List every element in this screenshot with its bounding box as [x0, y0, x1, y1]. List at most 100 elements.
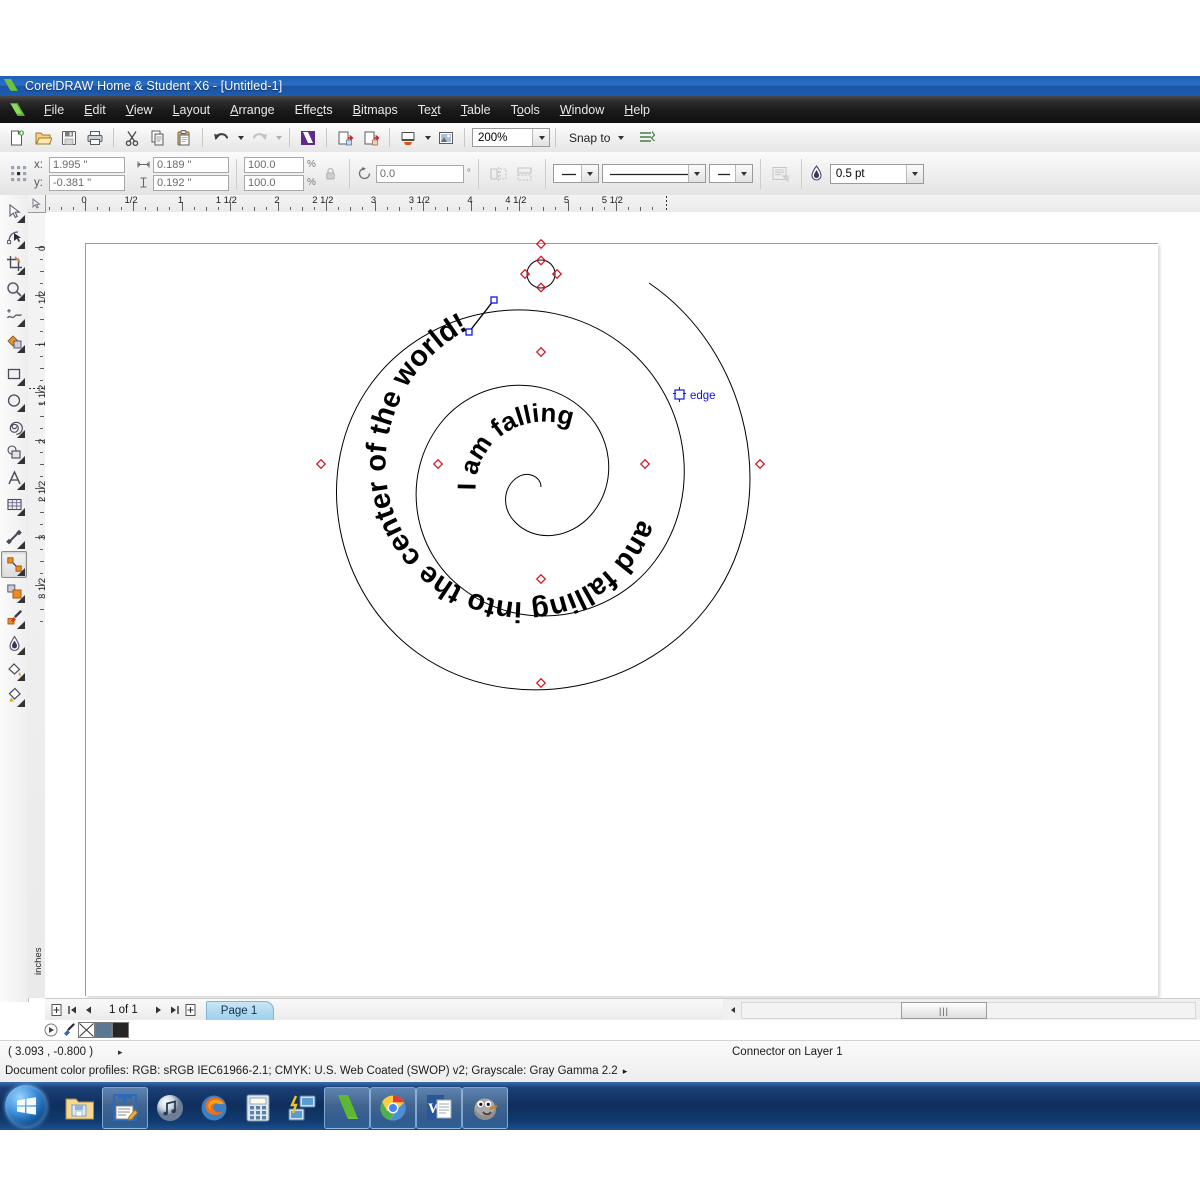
end-arrowhead-dropdown-icon[interactable] — [734, 165, 752, 182]
horizontal-scrollbar[interactable]: ||| — [723, 998, 1200, 1021]
previous-page-icon[interactable] — [80, 1002, 96, 1018]
first-page-icon[interactable] — [64, 1002, 80, 1018]
spiral-path[interactable] — [336, 282, 751, 691]
flyout-arrow-icon[interactable] — [17, 378, 25, 386]
menu-help[interactable]: Help — [614, 100, 660, 120]
flyout-arrow-icon[interactable] — [17, 568, 25, 576]
notepad-editor-icon[interactable] — [102, 1086, 148, 1129]
cut-icon[interactable] — [119, 126, 145, 150]
scale-vertical-field[interactable]: 100.0 — [243, 174, 304, 191]
line-style-dropdown-icon[interactable] — [687, 165, 705, 182]
rectangle-tool[interactable] — [2, 362, 26, 387]
flyout-arrow-icon[interactable] — [17, 293, 25, 301]
scroll-left-icon[interactable] — [725, 1002, 741, 1018]
add-page-before-icon[interactable] — [48, 1002, 64, 1018]
outline-width-dropdown-icon[interactable] — [905, 164, 923, 183]
ruler-corner[interactable] — [28, 195, 46, 213]
menu-layout[interactable]: Layout — [163, 100, 221, 120]
paste-icon[interactable] — [171, 126, 197, 150]
add-page-after-icon[interactable] — [183, 1002, 199, 1018]
print-document-icon[interactable] — [82, 126, 108, 150]
menu-table[interactable]: Table — [451, 100, 501, 120]
color-picker-icon[interactable] — [60, 1022, 77, 1038]
end-arrowhead-combo[interactable] — [708, 164, 753, 183]
flyout-arrow-icon[interactable] — [17, 404, 25, 412]
gimp-icon[interactable] — [462, 1086, 508, 1129]
windows-explorer-icon[interactable] — [58, 1088, 102, 1128]
redo-dropdown-icon[interactable] — [272, 126, 284, 150]
flyout-arrow-icon[interactable] — [17, 319, 25, 327]
flyout-arrow-icon[interactable] — [17, 430, 25, 438]
corel-connect-icon[interactable] — [433, 126, 459, 150]
palette-scroll-icon[interactable] — [42, 1022, 59, 1038]
flyout-arrow-icon[interactable] — [17, 241, 25, 249]
color-swatch-0[interactable] — [95, 1022, 112, 1038]
scale-horizontal-field[interactable]: 100.0 — [243, 156, 304, 173]
object-width-field[interactable]: 0.189 " — [152, 156, 229, 173]
artwork-layer[interactable]: edge and falling into the center of the … — [45, 212, 1200, 998]
zoom-level-combo[interactable]: 200% — [472, 128, 550, 147]
flyout-arrow-icon[interactable] — [17, 595, 25, 603]
ellipse-tool[interactable] — [2, 388, 26, 413]
x-position-field[interactable]: 1.995 " — [48, 156, 125, 173]
coordinates-expand-icon[interactable]: ▸ — [118, 1047, 123, 1058]
flyout-arrow-icon[interactable] — [17, 541, 25, 549]
application-launcher-icon[interactable] — [295, 126, 321, 150]
new-document-icon[interactable] — [4, 126, 30, 150]
smart-fill-tool[interactable] — [2, 329, 26, 354]
fill-tool[interactable] — [2, 657, 26, 682]
flyout-arrow-icon[interactable] — [17, 508, 25, 516]
application-menu-icon[interactable] — [6, 100, 28, 120]
snap-to-button[interactable]: Snap to — [569, 131, 625, 145]
menu-bitmaps[interactable]: Bitmaps — [343, 100, 408, 120]
spiral-text-outer[interactable]: and falling into the center of the world… — [360, 307, 662, 627]
pick-tool[interactable] — [2, 199, 26, 224]
page-tab-1[interactable]: Page 1 — [205, 1000, 275, 1020]
line-style-combo[interactable] — [601, 164, 706, 183]
zoom-tool[interactable] — [2, 277, 26, 302]
outline-tool[interactable] — [2, 631, 26, 656]
color-profiles-expand-icon[interactable]: ▸ — [623, 1066, 628, 1076]
color-eyedropper-tool[interactable] — [2, 605, 26, 630]
import-icon[interactable] — [332, 126, 358, 150]
flyout-arrow-icon[interactable] — [17, 456, 25, 464]
flyout-arrow-icon[interactable] — [17, 267, 25, 275]
itunes-icon[interactable] — [148, 1088, 192, 1128]
menu-text[interactable]: Text — [408, 100, 451, 120]
flyout-arrow-icon[interactable] — [17, 673, 25, 681]
interactive-fill-tool[interactable] — [2, 683, 26, 708]
menu-edit[interactable]: Edit — [74, 100, 116, 120]
menu-view[interactable]: View — [116, 100, 163, 120]
snap-to-dropdown-icon[interactable] — [618, 135, 625, 140]
drawing-canvas[interactable]: edge and falling into the center of the … — [45, 212, 1200, 998]
horizontal-ruler[interactable]: 0 1/2 1 1 1/2 2 2 1/2 3 3 1/2 4 4 1/2 5 5 1/2 — [28, 195, 1200, 213]
redo-icon[interactable] — [246, 126, 272, 150]
no-color-swatch[interactable] — [78, 1022, 95, 1038]
zoom-dropdown-icon[interactable] — [532, 129, 549, 146]
blend-tool[interactable] — [2, 579, 26, 604]
connector-tool[interactable] — [1, 551, 27, 578]
flyout-arrow-icon[interactable] — [17, 482, 25, 490]
open-document-icon[interactable] — [30, 126, 56, 150]
rotation-angle-field[interactable]: 0.0 — [375, 164, 464, 183]
export-icon[interactable] — [358, 126, 384, 150]
flyout-arrow-icon[interactable] — [17, 345, 25, 353]
color-swatch-1[interactable] — [112, 1022, 129, 1038]
options-icon[interactable] — [634, 126, 660, 150]
menu-file[interactable]: File — [34, 100, 74, 120]
undo-icon[interactable] — [208, 126, 234, 150]
text-tool[interactable] — [2, 466, 26, 491]
flyout-arrow-icon[interactable] — [17, 215, 25, 223]
menu-arrange[interactable]: Arrange — [220, 100, 284, 120]
save-document-icon[interactable] — [56, 126, 82, 150]
menu-tools[interactable]: Tools — [501, 100, 550, 120]
last-page-icon[interactable] — [167, 1002, 183, 1018]
undo-dropdown-icon[interactable] — [234, 126, 246, 150]
mirror-vertical-icon[interactable] — [512, 162, 538, 186]
lock-ratio-icon[interactable] — [320, 162, 342, 186]
spiral-text-inner[interactable]: I am falling — [452, 397, 578, 490]
firefox-icon[interactable] — [192, 1088, 236, 1128]
next-page-icon[interactable] — [151, 1002, 167, 1018]
freehand-tool[interactable] — [2, 303, 26, 328]
vertical-ruler[interactable]: 01/211 1/222 1/233 1/2 — [28, 212, 46, 998]
